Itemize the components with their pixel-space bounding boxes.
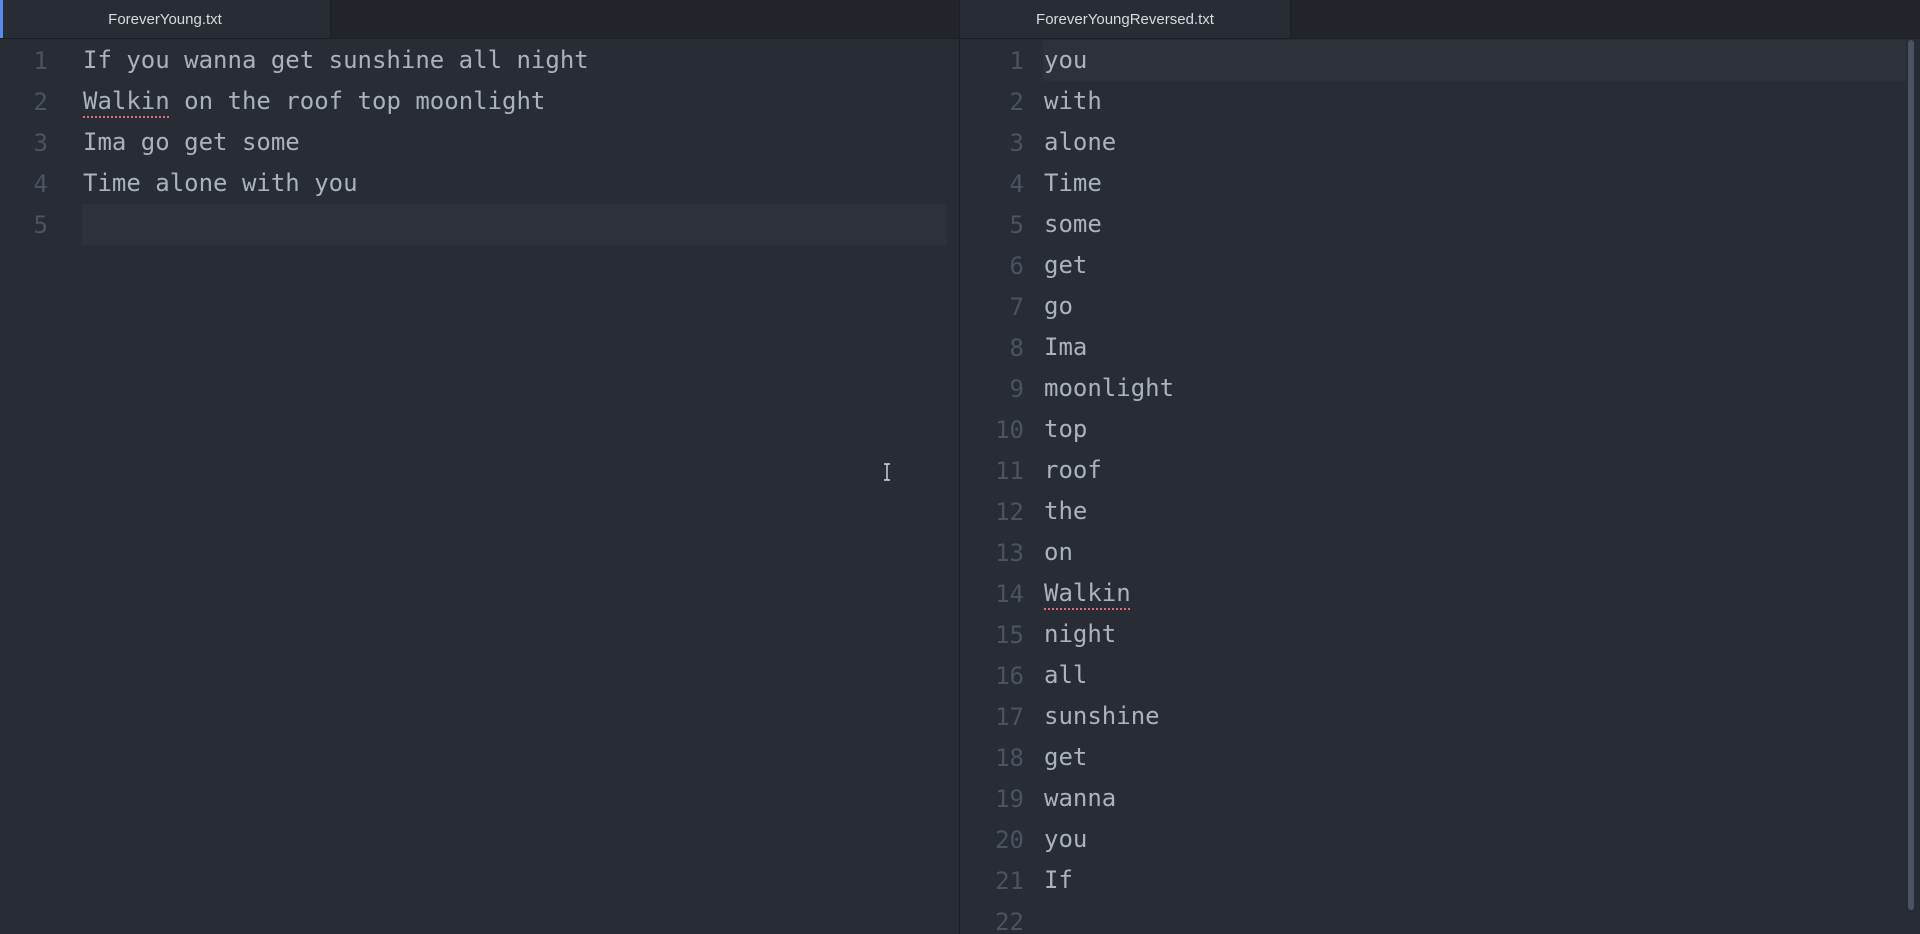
tab-label: ForeverYoung.txt [108, 11, 222, 28]
line-number: 10 [995, 415, 1024, 444]
code-line[interactable]: 21 If [960, 860, 1920, 901]
line-text[interactable]: roof [1044, 450, 1102, 491]
misspelled-word[interactable]: Walkin [83, 87, 170, 115]
line-text[interactable]: night [1044, 614, 1116, 655]
right-editor-pane[interactable]: ForeverYoungReversed.txt 1 you 2 with 3 … [960, 0, 1920, 934]
code-line[interactable]: 16 all [960, 655, 1920, 696]
text-cursor-ibeam-icon [884, 463, 890, 481]
line-number: 12 [995, 497, 1024, 526]
code-line[interactable]: 12 the [960, 491, 1920, 532]
code-line[interactable]: 14 Walkin [960, 573, 1920, 614]
line-text[interactable]: Time [1044, 163, 1102, 204]
misspelled-word[interactable]: Walkin [1044, 579, 1131, 607]
line-text[interactable]: get [1044, 245, 1087, 286]
right-tab-bar: ForeverYoungReversed.txt [960, 0, 1920, 39]
line-number: 17 [995, 702, 1024, 731]
line-number: 3 [1009, 128, 1024, 157]
code-line[interactable]: 3 alone [960, 122, 1920, 163]
line-text[interactable]: moonlight [1044, 368, 1174, 409]
left-tab-bar: ForeverYoung.txt [0, 0, 959, 39]
line-text[interactable]: Walkin on the roof top moonlight [83, 81, 545, 122]
line-number: 5 [33, 210, 48, 239]
line-number: 22 [995, 907, 1024, 934]
line-text[interactable]: all [1044, 655, 1087, 696]
code-line[interactable]: 8 Ima [960, 327, 1920, 368]
line-number: 20 [995, 825, 1024, 854]
left-editor-pane[interactable]: ForeverYoung.txt 1 If you wanna get suns… [0, 0, 959, 934]
code-line-current[interactable]: 5 [0, 204, 959, 245]
line-number: 9 [1009, 374, 1024, 403]
code-line[interactable]: 22 [960, 901, 1920, 934]
line-text-rest: on the roof top moonlight [169, 87, 546, 115]
line-number: 4 [33, 169, 48, 198]
line-text[interactable]: Walkin [1044, 573, 1131, 614]
code-line[interactable]: 13 on [960, 532, 1920, 573]
line-number: 14 [995, 579, 1024, 608]
line-number: 3 [33, 128, 48, 157]
code-line[interactable]: 2 Walkin on the roof top moonlight [0, 81, 959, 122]
line-number: 19 [995, 784, 1024, 813]
cursor-line-highlight [82, 204, 947, 245]
tab-forever-young[interactable]: ForeverYoung.txt [0, 0, 331, 38]
left-code-area[interactable]: 1 If you wanna get sunshine all night 2 … [0, 39, 959, 245]
line-text[interactable]: If [1044, 860, 1073, 901]
line-number: 5 [1009, 210, 1024, 239]
line-number: 15 [995, 620, 1024, 649]
code-line[interactable]: 15 night [960, 614, 1920, 655]
line-number: 1 [33, 46, 48, 75]
code-line[interactable]: 4 Time alone with you [0, 163, 959, 204]
line-text[interactable]: get [1044, 737, 1087, 778]
code-line[interactable]: 4 Time [960, 163, 1920, 204]
code-line[interactable]: 9 moonlight [960, 368, 1920, 409]
line-text[interactable]: sunshine [1044, 696, 1160, 737]
code-line[interactable]: 7 go [960, 286, 1920, 327]
code-line[interactable]: 6 get [960, 245, 1920, 286]
code-line[interactable]: 3 Ima go get some [0, 122, 959, 163]
cursor-line-highlight [1043, 40, 1906, 81]
line-text[interactable]: Ima [1044, 327, 1087, 368]
line-number: 13 [995, 538, 1024, 567]
vertical-scrollbar[interactable] [1908, 40, 1914, 910]
line-number: 11 [995, 456, 1024, 485]
line-text[interactable]: alone [1044, 122, 1116, 163]
line-number: 7 [1009, 292, 1024, 321]
line-number: 8 [1009, 333, 1024, 362]
line-text[interactable]: the [1044, 491, 1087, 532]
code-line[interactable]: 11 roof [960, 450, 1920, 491]
tab-forever-young-reversed[interactable]: ForeverYoungReversed.txt [960, 0, 1291, 38]
line-text[interactable]: If you wanna get sunshine all night [83, 40, 589, 81]
code-line[interactable]: 1 If you wanna get sunshine all night [0, 40, 959, 81]
line-text[interactable]: top [1044, 409, 1087, 450]
line-text[interactable]: Time alone with you [83, 163, 358, 204]
line-number: 1 [1009, 46, 1024, 75]
code-line-current[interactable]: 1 you [960, 40, 1920, 81]
tab-label: ForeverYoungReversed.txt [1036, 11, 1214, 28]
line-number: 6 [1009, 251, 1024, 280]
line-text[interactable]: with [1044, 81, 1102, 122]
line-number: 2 [33, 87, 48, 116]
code-line[interactable]: 19 wanna [960, 778, 1920, 819]
line-text[interactable]: some [1044, 204, 1102, 245]
code-line[interactable]: 2 with [960, 81, 1920, 122]
line-text[interactable]: you [1044, 40, 1087, 81]
code-line[interactable]: 17 sunshine [960, 696, 1920, 737]
right-code-area[interactable]: 1 you 2 with 3 alone 4 Time 5 some 6 get [960, 39, 1920, 934]
code-line[interactable]: 10 top [960, 409, 1920, 450]
code-line[interactable]: 5 some [960, 204, 1920, 245]
line-number: 16 [995, 661, 1024, 690]
editor-window: ForeverYoung.txt 1 If you wanna get suns… [0, 0, 1920, 934]
line-text[interactable]: wanna [1044, 778, 1116, 819]
line-number: 18 [995, 743, 1024, 772]
line-number: 4 [1009, 169, 1024, 198]
line-text[interactable]: go [1044, 286, 1073, 327]
code-line[interactable]: 18 get [960, 737, 1920, 778]
line-number: 2 [1009, 87, 1024, 116]
code-line[interactable]: 20 you [960, 819, 1920, 860]
line-number: 21 [995, 866, 1024, 895]
line-text[interactable]: on [1044, 532, 1073, 573]
line-text[interactable]: you [1044, 819, 1087, 860]
line-text[interactable]: Ima go get some [83, 122, 300, 163]
